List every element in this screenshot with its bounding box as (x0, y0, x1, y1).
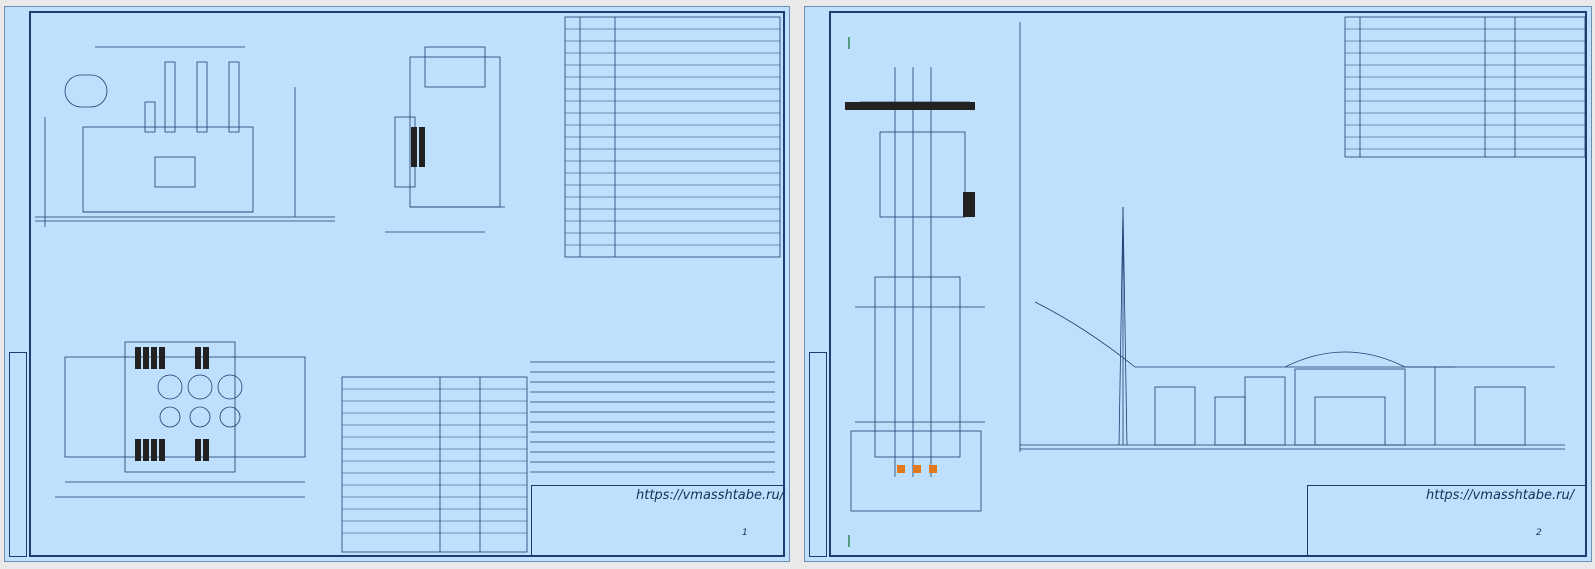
sheet-right: https://vmasshtabe.ru/ 2 (804, 6, 1592, 562)
substation-drawing (845, 16, 1586, 547)
transformer-drawing (35, 16, 781, 553)
sheet-left: https://vmasshtabe.ru/ 1 (4, 6, 790, 562)
title-block: https://vmasshtabe.ru/ 1 (531, 485, 785, 557)
sheet-number: 1 (742, 528, 748, 538)
title-block-url: https://vmasshtabe.ru/ (636, 488, 785, 503)
title-block: https://vmasshtabe.ru/ 2 (1307, 485, 1587, 557)
sheet-number: 2 (1536, 528, 1542, 538)
title-block-url: https://vmasshtabe.ru/ (1426, 488, 1575, 503)
drawing-viewer: https://vmasshtabe.ru/ 1 https://vmassht… (0, 0, 1595, 569)
